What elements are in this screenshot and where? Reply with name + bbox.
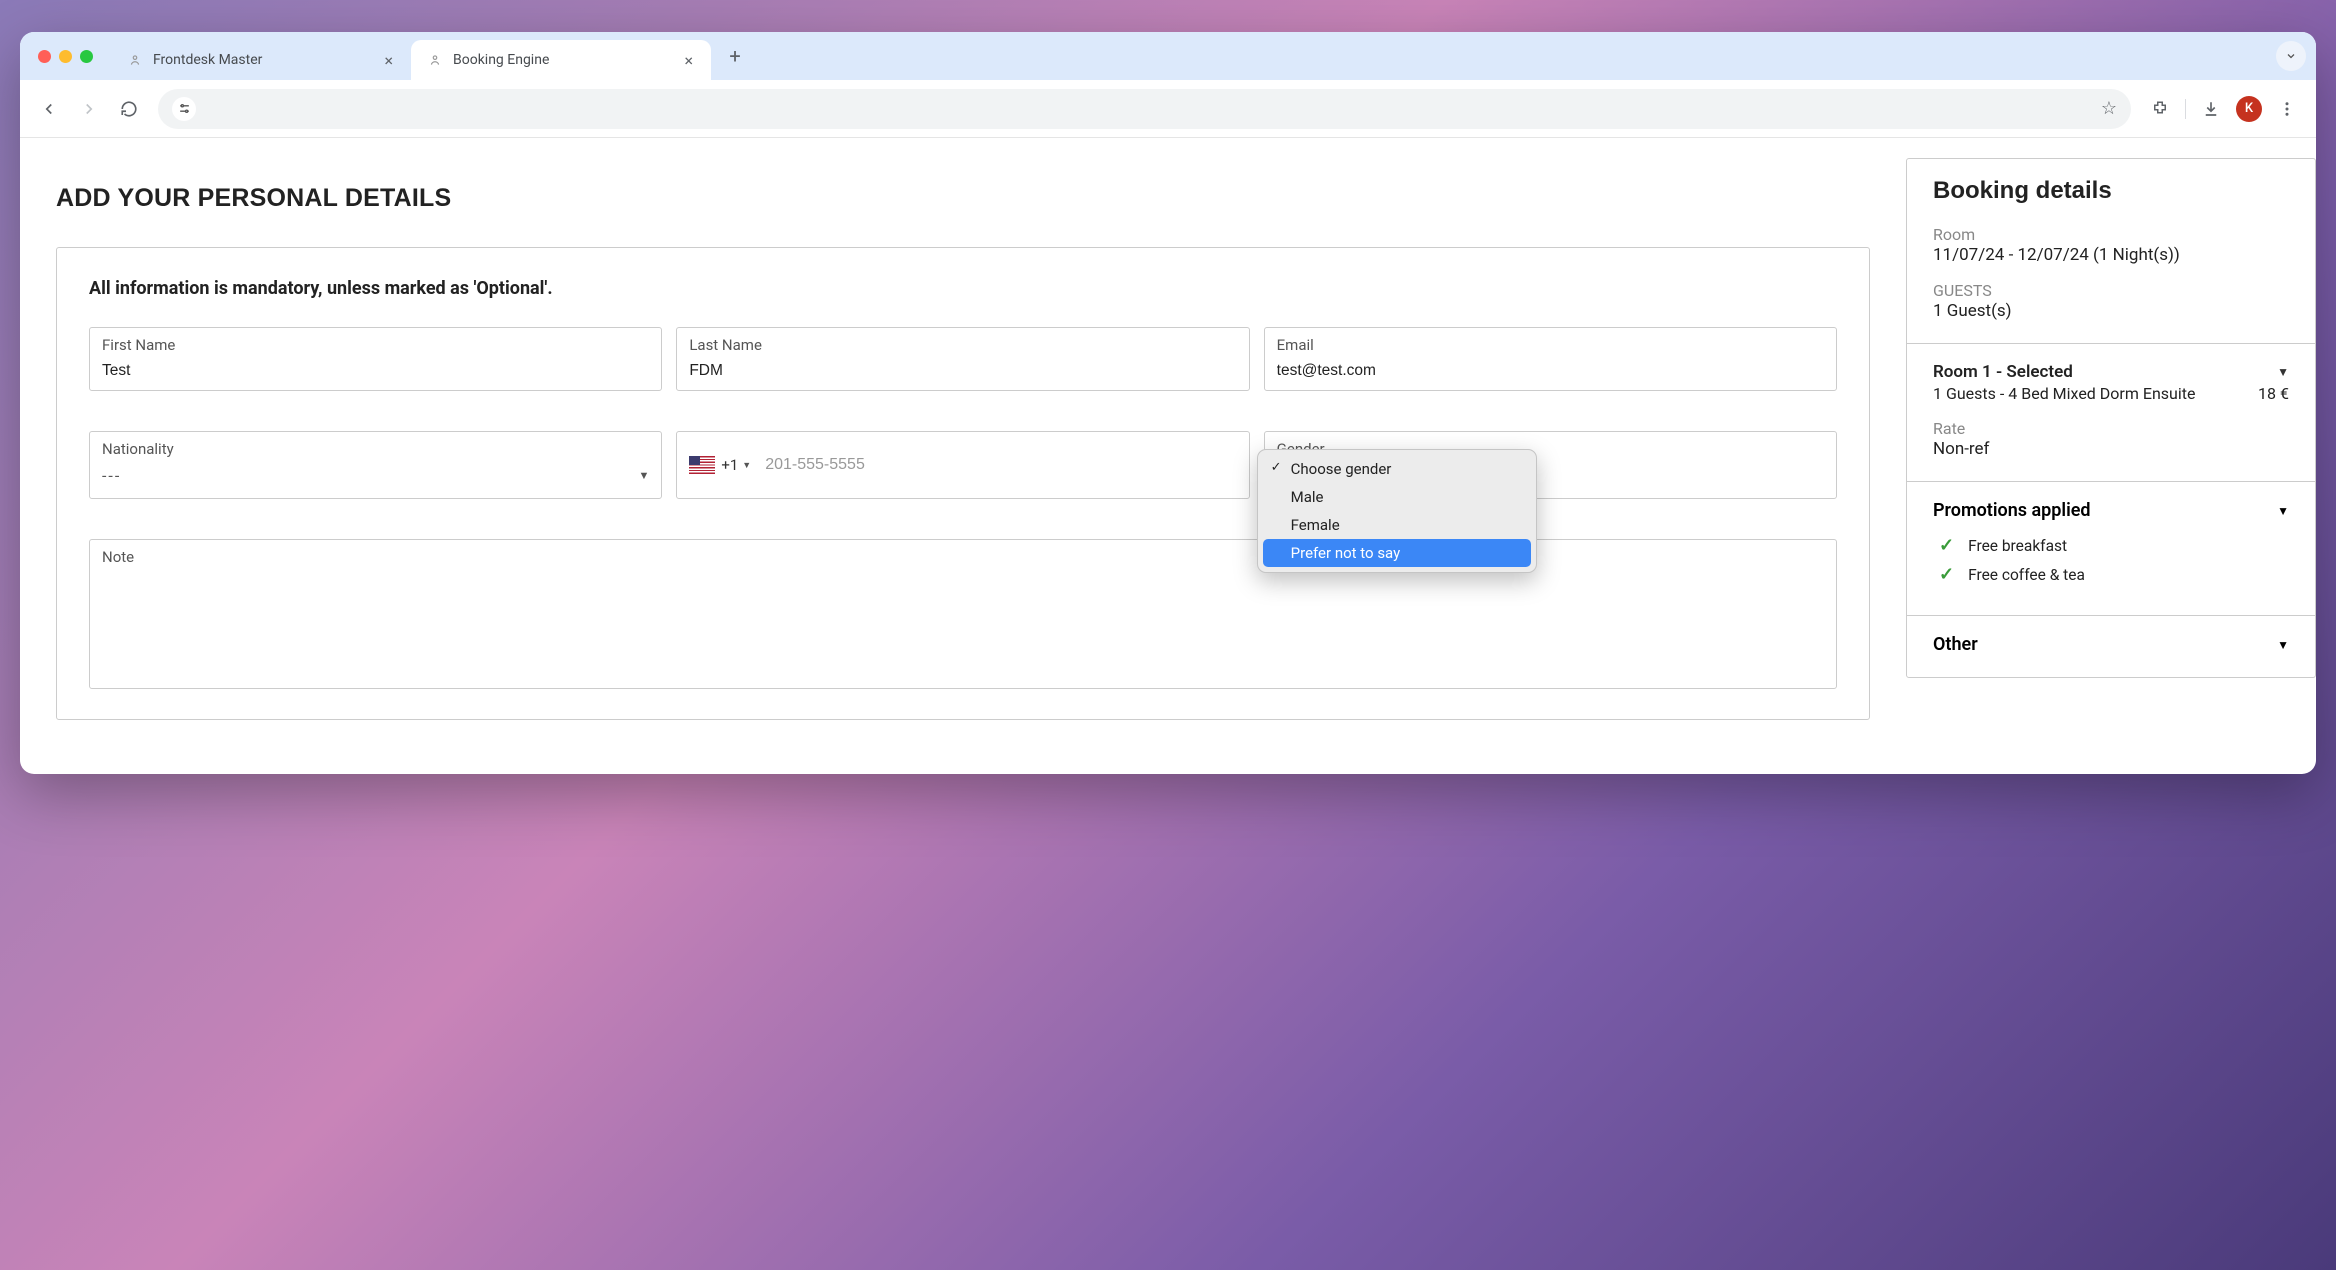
gender-option-prefer-not[interactable]: Prefer not to say (1263, 539, 1531, 567)
form-row-3: Note (89, 539, 1837, 689)
other-section: Other ▼ (1907, 616, 2315, 677)
note-textarea[interactable] (102, 572, 1824, 682)
form-intro: All information is mandatory, unless mar… (89, 278, 1837, 299)
close-tab-icon[interactable]: × (380, 51, 397, 70)
us-flag-icon (689, 456, 715, 474)
room-label: Room (1933, 225, 2289, 244)
page-content: ADD YOUR PERSONAL DETAILS All informatio… (20, 138, 2316, 774)
field-label: Last Name (689, 336, 1236, 354)
last-name-field[interactable]: Last Name (676, 327, 1249, 391)
room-selected-header[interactable]: Room 1 - Selected ▼ (1933, 362, 2289, 382)
promo-item: ✓ Free breakfast (1939, 535, 2289, 556)
personal-details-form: All information is mandatory, unless mar… (56, 247, 1870, 720)
site-settings-icon[interactable] (172, 97, 196, 121)
extensions-icon[interactable] (2143, 92, 2177, 126)
booking-details-box: Booking details Room 11/07/24 - 12/07/24… (1906, 158, 2316, 678)
promo-item: ✓ Free coffee & tea (1939, 564, 2289, 585)
email-field[interactable]: Email (1264, 327, 1837, 391)
last-name-input[interactable] (689, 362, 1236, 380)
close-window-button[interactable] (38, 50, 51, 63)
menu-icon[interactable] (2270, 92, 2304, 126)
window-controls (38, 50, 93, 63)
rate-label: Rate (1933, 419, 2289, 438)
minimize-window-button[interactable] (59, 50, 72, 63)
main-column: ADD YOUR PERSONAL DETAILS All informatio… (20, 138, 1906, 774)
address-bar: ☆ K (20, 80, 2316, 138)
promotions-section: Promotions applied ▼ ✓ Free breakfast ✓ … (1907, 482, 2315, 616)
tab-booking-engine[interactable]: Booking Engine × (411, 40, 711, 80)
room-detail-row: 1 Guests - 4 Bed Mixed Dorm Ensuite 18 € (1933, 384, 2289, 403)
new-tab-button[interactable]: + (721, 42, 749, 70)
bookmark-icon[interactable]: ☆ (2101, 98, 2117, 119)
tab-frontdesk-master[interactable]: Frontdesk Master × (111, 40, 411, 80)
promo-label: Free coffee & tea (1968, 566, 2085, 584)
maximize-window-button[interactable] (80, 50, 93, 63)
nationality-select[interactable]: --- ▼ (102, 466, 649, 485)
browser-window: Frontdesk Master × Booking Engine × + (20, 32, 2316, 774)
other-title: Other (1933, 634, 1978, 655)
tab-strip: Frontdesk Master × Booking Engine × + (20, 32, 2316, 80)
room-dates: 11/07/24 - 12/07/24 (1 Night(s)) (1933, 245, 2289, 265)
page-title: ADD YOUR PERSONAL DETAILS (56, 184, 1870, 213)
tab-title: Frontdesk Master (153, 52, 262, 68)
gender-field[interactable]: Gender Choose gender Male Female Prefer … (1264, 431, 1837, 499)
chevron-down-icon: ▼ (638, 469, 649, 482)
field-label: Nationality (102, 440, 649, 458)
gender-option-female[interactable]: Female (1263, 511, 1531, 539)
back-button[interactable] (32, 92, 66, 126)
note-field[interactable]: Note (89, 539, 1837, 689)
chevron-down-icon: ▼ (2277, 504, 2289, 518)
room-description: 1 Guests - 4 Bed Mixed Dorm Ensuite (1933, 384, 2195, 403)
tab-title: Booking Engine (453, 52, 549, 68)
tab-favicon (427, 52, 443, 68)
promo-label: Free breakfast (1968, 537, 2067, 555)
chevron-down-icon[interactable]: ▼ (742, 460, 751, 471)
room-selected-section: Room 1 - Selected ▼ 1 Guests - 4 Bed Mix… (1907, 344, 2315, 482)
first-name-input[interactable] (102, 362, 649, 380)
field-label: Email (1277, 336, 1824, 354)
nationality-field[interactable]: Nationality --- ▼ (89, 431, 662, 499)
other-header[interactable]: Other ▼ (1933, 634, 2289, 655)
room-selected-title: Room 1 - Selected (1933, 362, 2073, 382)
phone-input[interactable] (765, 456, 1236, 474)
rate-value: Non-ref (1933, 439, 2289, 459)
form-row-1: First Name Last Name Email (89, 327, 1837, 391)
nationality-value: --- (102, 466, 121, 485)
first-name-field[interactable]: First Name (89, 327, 662, 391)
check-icon: ✓ (1939, 564, 1954, 585)
guests-label: GUESTS (1933, 281, 2289, 300)
gender-option-choose[interactable]: Choose gender (1263, 455, 1531, 483)
reload-button[interactable] (112, 92, 146, 126)
field-label: Note (102, 548, 1824, 566)
toolbar-icons: K (2143, 92, 2304, 126)
gender-dropdown: Choose gender Male Female Prefer not to … (1257, 449, 1537, 573)
check-icon: ✓ (1939, 535, 1954, 556)
form-row-2: Nationality --- ▼ +1 ▼ Gender (89, 431, 1837, 499)
promotions-title: Promotions applied (1933, 500, 2091, 521)
booking-summary-sidebar: Booking details Room 11/07/24 - 12/07/24… (1906, 138, 2316, 774)
forward-button[interactable] (72, 92, 106, 126)
profile-avatar[interactable]: K (2232, 92, 2266, 126)
booking-details-title: Booking details (1933, 177, 2289, 205)
separator (2185, 99, 2186, 119)
downloads-icon[interactable] (2194, 92, 2228, 126)
promotions-header[interactable]: Promotions applied ▼ (1933, 500, 2289, 521)
guests-value: 1 Guest(s) (1933, 301, 2289, 321)
omnibox[interactable]: ☆ (158, 89, 2131, 129)
tab-overflow-button[interactable] (2276, 41, 2306, 71)
chevron-down-icon: ▼ (2277, 365, 2289, 379)
avatar: K (2236, 96, 2262, 122)
booking-overview-section: Booking details Room 11/07/24 - 12/07/24… (1907, 159, 2315, 344)
field-label: First Name (102, 336, 649, 354)
dial-code: +1 (721, 456, 738, 474)
gender-option-male[interactable]: Male (1263, 483, 1531, 511)
close-tab-icon[interactable]: × (680, 51, 697, 70)
email-input[interactable] (1277, 362, 1824, 380)
room-price: 18 € (2258, 384, 2289, 403)
chevron-down-icon: ▼ (2277, 638, 2289, 652)
tab-favicon (127, 52, 143, 68)
phone-field[interactable]: +1 ▼ (676, 431, 1249, 499)
